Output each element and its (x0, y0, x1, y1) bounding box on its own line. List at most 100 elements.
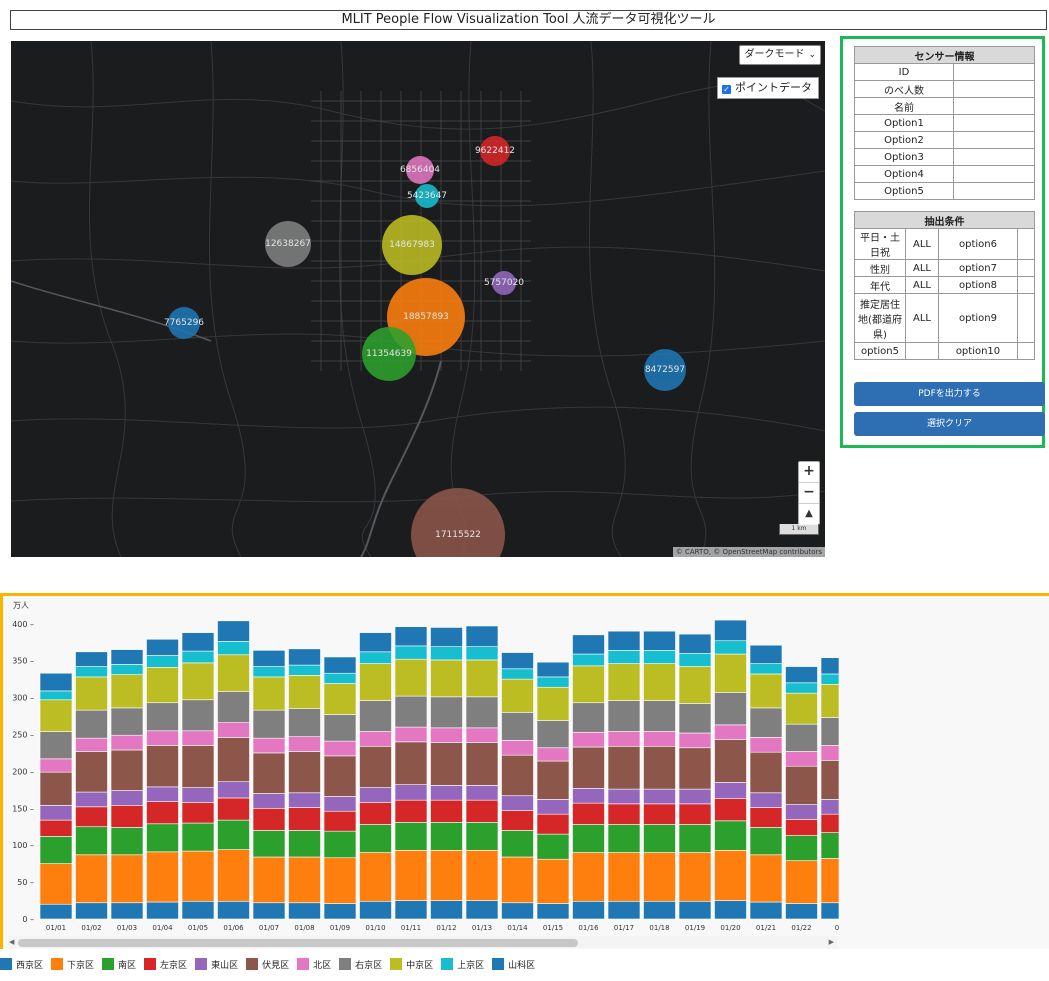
bar-segment (75, 751, 108, 793)
bar-segment (430, 822, 463, 851)
sensor-bubble[interactable]: 9622412 (475, 136, 515, 166)
map-mode-select[interactable]: ダークモード ⌄ (739, 45, 821, 65)
legend-item[interactable]: 東山区 (195, 958, 238, 971)
condition-option[interactable]: option6 (938, 228, 1018, 260)
condition-option[interactable]: option9 (938, 293, 1018, 343)
export-pdf-button[interactable]: PDFを出力する (854, 382, 1045, 406)
condition-value[interactable]: ALL (905, 259, 939, 277)
legend-item[interactable]: 右京区 (339, 958, 382, 971)
condition-option[interactable]: option10 (938, 342, 1018, 360)
bar-segment (785, 723, 818, 752)
bar-segment (181, 650, 215, 664)
sensor-bubble[interactable]: 6856404 (400, 156, 440, 184)
condition-value[interactable]: ALL (905, 276, 939, 294)
legend-swatch (339, 958, 352, 970)
bar-segment (110, 790, 144, 806)
bar-segment (820, 717, 839, 746)
x-tick-label: 01/16 (578, 924, 599, 932)
legend-item[interactable]: 下京区 (51, 958, 94, 971)
condition-option[interactable]: option7 (938, 259, 1018, 277)
bar-segment (572, 634, 605, 655)
sensor-field-label: のべ人数 (854, 80, 954, 98)
legend-item[interactable]: 山科区 (492, 958, 535, 971)
bar-segment (785, 860, 818, 904)
chart-scrollbar[interactable]: ◀ ▶ (8, 936, 838, 948)
sensor-bubble[interactable]: 11354639 (362, 327, 416, 381)
condition-value[interactable] (905, 342, 939, 360)
bar-segment (643, 731, 676, 747)
bar-segment (501, 678, 534, 713)
legend-label: 下京区 (67, 960, 95, 971)
condition-label: 性別 (854, 259, 906, 277)
bar-segment (110, 674, 144, 709)
y-tick-label: 300 – (12, 694, 34, 703)
bar-segment (75, 737, 108, 752)
map-attribution[interactable]: © CARTO, © OpenStreetMap contributors (672, 547, 825, 557)
x-tick-label: 01/10 (365, 924, 385, 932)
bar-segment (359, 787, 392, 803)
legend-swatch (246, 958, 259, 970)
sensor-bubble[interactable]: 12638267 (265, 221, 311, 267)
bar-segment (394, 799, 428, 823)
bar-segment (749, 751, 783, 794)
bar-segment (465, 727, 499, 743)
bar-segment (572, 802, 605, 825)
clear-selection-button[interactable]: 選択クリア (854, 412, 1045, 436)
legend-item[interactable]: 上京区 (441, 958, 484, 971)
map-view[interactable]: 9622412 6856404 5423647 12638267 1486798… (11, 41, 825, 557)
bar-segment (217, 691, 250, 723)
legend-swatch (144, 958, 157, 970)
zoom-in-button[interactable]: + (799, 462, 819, 483)
bar-segment (643, 852, 676, 902)
bar-segment (394, 900, 428, 920)
legend-item[interactable]: 西京区 (0, 958, 43, 971)
bar-segment (714, 653, 747, 693)
y-tick-label: 100 – (12, 841, 34, 850)
legend-item[interactable]: 伏見区 (246, 958, 289, 971)
condition-option[interactable]: option8 (938, 276, 1018, 294)
point-data-toggle[interactable]: ✓ ポイントデータ (717, 77, 819, 99)
legend-item[interactable]: 左京区 (144, 958, 187, 971)
x-tick-label: 01/07 (259, 924, 279, 932)
sensor-bubble[interactable]: 7765296 (164, 307, 204, 339)
condition-value[interactable]: ALL (905, 228, 939, 260)
sensor-field-value (953, 131, 1035, 149)
bar-segment (146, 667, 179, 704)
scroll-right-icon[interactable]: ▶ (829, 936, 834, 949)
sensor-bubble[interactable]: 8472597 (644, 349, 686, 391)
legend-item[interactable]: 南区 (102, 958, 136, 971)
bar-segment (501, 652, 534, 670)
bar-segment (714, 724, 747, 740)
bar-segment (394, 822, 428, 851)
bar-segment (217, 722, 250, 738)
legend-item[interactable]: 中京区 (390, 958, 433, 971)
sensor-field-value (953, 148, 1035, 166)
condition-value[interactable]: ALL (905, 293, 939, 343)
compass-icon[interactable]: ▲ (799, 504, 819, 524)
bar-segment (465, 625, 499, 647)
bar-segment (146, 786, 179, 802)
sensor-bubble[interactable]: 14867983 (382, 215, 442, 275)
zoom-out-button[interactable]: − (799, 483, 819, 504)
bar-segment (820, 902, 839, 920)
bar-segment (430, 659, 463, 698)
bar-segment (643, 700, 676, 732)
bar-segment (146, 745, 179, 788)
bar-segment (607, 630, 641, 651)
bar-segment (820, 683, 839, 718)
bar-segment (181, 900, 215, 920)
bar-segment (607, 663, 641, 701)
y-tick-label: 200 – (12, 767, 34, 776)
sensor-bubble[interactable]: 5757020 (484, 271, 524, 295)
bar-segment (536, 813, 570, 835)
bar-segment (110, 805, 144, 828)
bar-segment (820, 673, 839, 685)
scroll-left-icon[interactable]: ◀ (9, 936, 14, 949)
bar-segment (749, 854, 783, 903)
sensor-bubble[interactable]: 5423647 (407, 184, 447, 208)
scrollbar-thumb[interactable] (18, 939, 578, 947)
bar-segment (430, 850, 463, 901)
legend-item[interactable]: 北区 (297, 958, 331, 971)
checkbox-icon[interactable]: ✓ (722, 85, 731, 94)
x-tick-label: 01/11 (401, 924, 421, 932)
